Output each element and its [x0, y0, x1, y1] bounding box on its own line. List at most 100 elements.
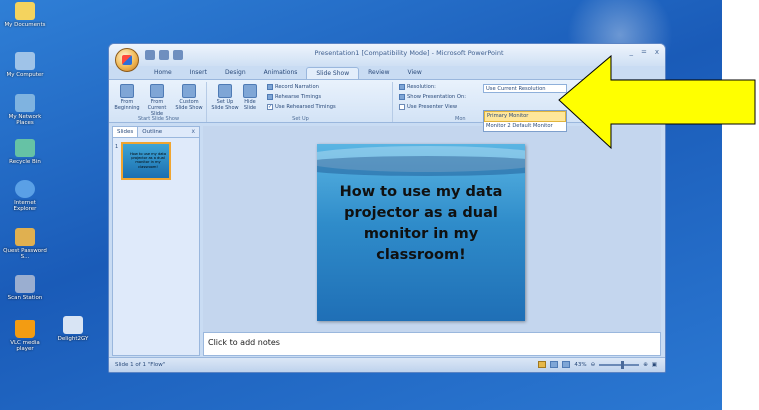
tab-slide-show[interactable]: Slide Show — [306, 67, 360, 79]
zoom-in-icon[interactable]: ⊕ — [643, 362, 648, 368]
arrow-shape — [558, 54, 756, 150]
document-icon — [63, 316, 83, 334]
tab-slides[interactable]: Slides — [113, 127, 139, 137]
internet-explorer-icon — [15, 180, 35, 198]
resolution-label: Resolution: — [407, 84, 436, 90]
rehearse-timings-label: Rehearse Timings — [275, 94, 322, 100]
set-up-group: Set Up Slide Show Hide Slide Record Narr… — [209, 82, 393, 122]
record-narration-button[interactable]: Record Narration — [267, 84, 319, 90]
from-current-slide-label: From Current Slide — [147, 99, 167, 117]
tab-review[interactable]: Review — [359, 67, 398, 79]
desktop-icon-label: My Computer — [6, 72, 44, 78]
office-button[interactable] — [115, 48, 139, 72]
checkbox-icon — [399, 104, 405, 110]
desktop-icon-label: My Network Places — [8, 114, 42, 126]
desktop-icon-delight2gy[interactable]: Delight2GY — [50, 316, 96, 342]
tab-animations[interactable]: Animations — [255, 67, 307, 79]
rehearse-timings-button[interactable]: Rehearse Timings — [267, 94, 321, 100]
slide-status: Slide 1 of 1 "Flow" — [115, 362, 166, 368]
use-presenter-view-label: Use Presenter View — [407, 104, 458, 110]
from-current-slide-button[interactable]: From Current Slide — [143, 84, 171, 117]
panel-tabs: Slides Outline — [113, 127, 199, 138]
slide-thumbnail[interactable]: How to use my data projector as a dual m… — [121, 142, 171, 180]
slide-number: 1 — [115, 144, 119, 150]
desktop-icon-my-network-places[interactable]: My Network Places — [2, 94, 48, 126]
custom-slide-show-button[interactable]: Custom Slide Show — [175, 84, 203, 111]
office-logo-icon — [122, 55, 132, 65]
stopwatch-icon — [267, 94, 273, 100]
desktop-icon-label: Recycle Bin — [9, 159, 41, 165]
desktop-icon-scan-station[interactable]: Scan Station — [2, 275, 48, 301]
primary-monitor-option[interactable]: Primary Monitor — [484, 111, 566, 122]
desktop-icon-label: My Documents — [4, 22, 46, 28]
custom-slide-show-icon — [182, 84, 196, 98]
start-slide-show-group-label: Start Slide Show — [137, 116, 180, 122]
vlc-cone-icon — [15, 320, 35, 338]
tab-home[interactable]: Home — [145, 67, 181, 79]
computer-icon — [15, 52, 35, 70]
tab-outline[interactable]: Outline — [138, 127, 166, 137]
resolution-icon — [399, 84, 405, 90]
ribbon-tabs: Home Insert Design Animations Slide Show… — [145, 67, 431, 79]
quick-access-toolbar — [145, 48, 183, 62]
network-icon — [15, 94, 35, 112]
slide-title[interactable]: How to use my data projector as a dual m… — [325, 182, 517, 266]
use-presenter-view-checkbox[interactable]: Use Presenter View — [399, 104, 457, 110]
show-presentation-on-row: Show Presentation On: — [399, 94, 466, 100]
tab-view[interactable]: View — [399, 67, 431, 79]
slide-wave-decoration — [317, 156, 525, 176]
desktop-icon-my-documents[interactable]: My Documents — [2, 2, 48, 28]
window-title: Presentation1 [Compatibility Mode] - Mic… — [314, 49, 504, 57]
desktop-icon-internet-explorer[interactable]: Internet Explorer — [2, 180, 48, 212]
desktop-icon-recycle-bin[interactable]: Recycle Bin — [2, 139, 48, 165]
use-rehearsed-timings-checkbox[interactable]: ✓ Use Rehearsed Timings — [267, 104, 336, 110]
save-icon[interactable] — [145, 50, 155, 60]
monitor-icon — [399, 94, 405, 100]
set-up-slide-show-button[interactable]: Set Up Slide Show — [211, 84, 239, 111]
custom-slide-show-label: Custom Slide Show — [175, 99, 203, 111]
desktop-icon-vlc[interactable]: VLC media player — [2, 320, 48, 352]
zoom-out-icon[interactable]: ⊖ — [591, 362, 596, 368]
resolution-label-row: Resolution: — [399, 84, 436, 90]
folder-icon — [15, 2, 35, 20]
monitor-2-option[interactable]: Monitor 2 Default Monitor — [484, 122, 566, 131]
zoom-slider[interactable] — [599, 360, 640, 369]
from-current-slide-icon — [150, 84, 164, 98]
yellow-arrow-annotation — [558, 54, 756, 150]
tab-insert[interactable]: Insert — [181, 67, 216, 79]
from-beginning-button[interactable]: From Beginning — [113, 84, 141, 111]
desktop-icon-label: Scan Station — [7, 295, 43, 301]
hide-slide-icon — [243, 84, 257, 98]
use-rehearsed-timings-label: Use Rehearsed Timings — [275, 104, 336, 110]
zoom-level[interactable]: 43% — [574, 362, 586, 368]
undo-icon[interactable] — [159, 50, 169, 60]
status-bar: Slide 1 of 1 "Flow" 43% ⊖ ⊕ ▣ — [109, 357, 665, 372]
normal-view-icon[interactable] — [538, 361, 547, 368]
start-slide-show-group: From Beginning From Current Slide Custom… — [111, 82, 207, 122]
fit-to-window-icon[interactable]: ▣ — [652, 362, 657, 368]
slides-panel: Slides Outline x 1 How to use my data pr… — [112, 126, 200, 356]
desktop-icon-label: VLC media player — [10, 340, 40, 352]
notes-pane[interactable]: Click to add notes — [203, 332, 661, 356]
thumbnail-text: How to use my data projector as a dual m… — [129, 152, 167, 169]
key-icon — [15, 228, 35, 246]
recycle-bin-icon — [15, 139, 35, 157]
set-up-slide-show-label: Set Up Slide Show — [211, 99, 239, 111]
hide-slide-label: Hide Slide — [243, 99, 257, 111]
from-beginning-label: From Beginning — [114, 99, 140, 111]
desktop-icon-my-computer[interactable]: My Computer — [2, 52, 48, 78]
slide-show-view-icon[interactable] — [562, 361, 571, 368]
close-panel-icon[interactable]: x — [191, 128, 195, 135]
hide-slide-button[interactable]: Hide Slide — [239, 84, 261, 111]
desktop-icon-label: Quest Password S... — [3, 248, 47, 260]
set-up-group-label: Set Up — [292, 116, 309, 122]
checkmark-icon: ✓ — [267, 104, 273, 110]
slide-sorter-icon[interactable] — [550, 361, 559, 368]
desktop-icon-label: Internet Explorer — [13, 200, 37, 212]
tab-design[interactable]: Design — [216, 67, 255, 79]
record-narration-label: Record Narration — [275, 84, 319, 90]
desktop-icon-quest-password[interactable]: Quest Password S... — [2, 228, 48, 260]
view-controls: 43% ⊖ ⊕ ▣ — [538, 360, 657, 369]
redo-icon[interactable] — [173, 50, 183, 60]
slide-canvas[interactable]: How to use my data projector as a dual m… — [317, 144, 525, 321]
